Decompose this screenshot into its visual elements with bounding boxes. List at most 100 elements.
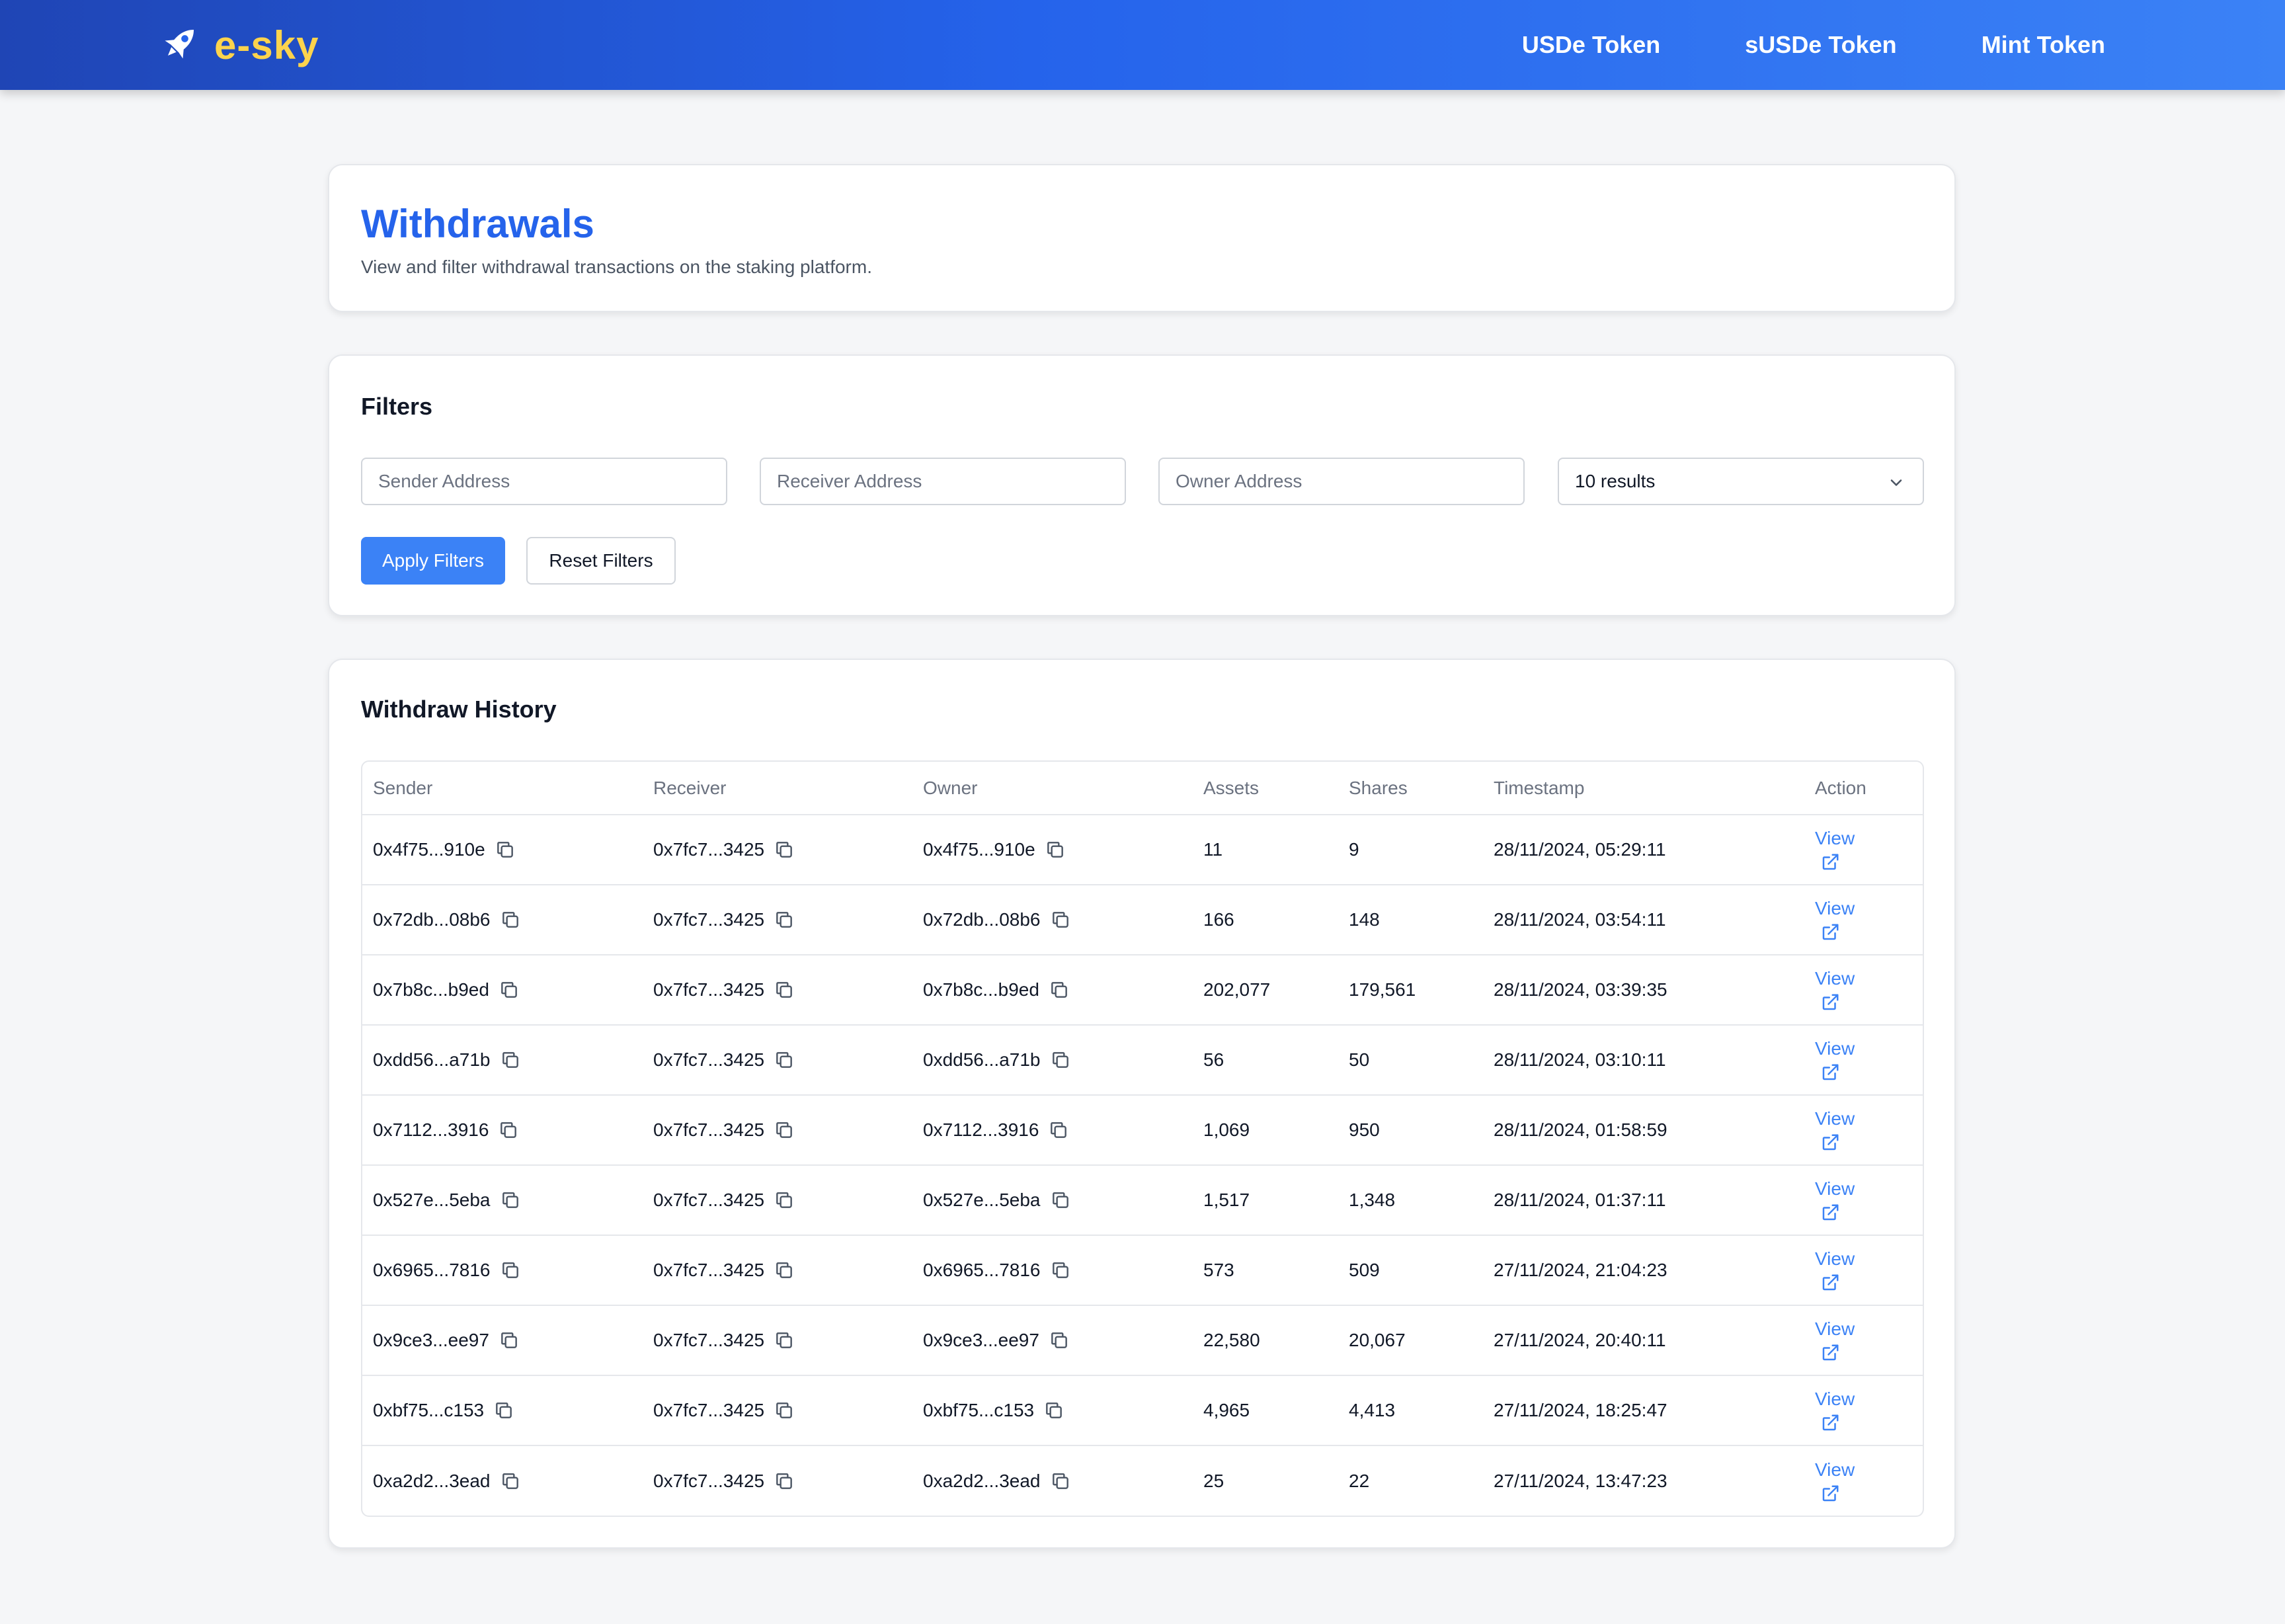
- sender-address: 0xbf75...c153: [373, 1400, 485, 1420]
- owner-cell: 0x7b8c...b9ed: [912, 955, 1193, 1026]
- copy-icon[interactable]: [498, 1119, 519, 1141]
- copy-icon[interactable]: [1050, 1190, 1071, 1211]
- copy-icon[interactable]: [774, 1400, 795, 1421]
- view-transaction-link[interactable]: View: [1815, 897, 1923, 942]
- sender-cell: 0xa2d2...3ead: [362, 1445, 643, 1516]
- action-cell: View: [1804, 955, 1923, 1026]
- copy-icon[interactable]: [500, 1049, 521, 1071]
- nav-link-susde-token[interactable]: sUSDe Token: [1745, 31, 1896, 59]
- owner-cell: 0x7112...3916: [912, 1095, 1193, 1166]
- copy-icon[interactable]: [774, 1190, 795, 1211]
- owner-cell: 0x72db...08b6: [912, 885, 1193, 955]
- copy-icon[interactable]: [1043, 1400, 1064, 1421]
- action-cell: View: [1804, 885, 1923, 955]
- copy-icon[interactable]: [774, 1330, 795, 1351]
- view-transaction-link[interactable]: View: [1815, 1108, 1923, 1153]
- table-row: 0x4f75...910e 0x7fc7...3425 0x4f75...910…: [362, 815, 1923, 885]
- sender-cell: 0x7112...3916: [362, 1095, 643, 1166]
- receiver-address: 0x7fc7...3425: [653, 1400, 765, 1420]
- page-subtitle: View and filter withdrawal transactions …: [361, 257, 872, 277]
- assets-cell: 11: [1193, 815, 1338, 885]
- copy-icon[interactable]: [500, 1260, 521, 1281]
- withdraw-history-card: Withdraw History Sender Receiver Owner A…: [328, 659, 1956, 1549]
- table-row: 0x7112...3916 0x7fc7...3425 0x7112...391…: [362, 1095, 1923, 1166]
- receiver-cell: 0x7fc7...3425: [643, 815, 912, 885]
- owner-address: 0x7112...3916: [923, 1119, 1039, 1140]
- view-transaction-link[interactable]: View: [1815, 1178, 1923, 1223]
- receiver-cell: 0x7fc7...3425: [643, 1095, 912, 1166]
- copy-icon[interactable]: [1048, 1119, 1069, 1141]
- receiver-cell: 0x7fc7...3425: [643, 1025, 912, 1096]
- receiver-cell: 0x7fc7...3425: [643, 1375, 912, 1446]
- receiver-address: 0x7fc7...3425: [653, 1260, 765, 1280]
- external-link-icon: [1822, 1204, 1839, 1221]
- copy-icon[interactable]: [1050, 909, 1071, 930]
- nav-link-usde-token[interactable]: USDe Token: [1522, 31, 1660, 59]
- owner-address-input[interactable]: [1158, 458, 1525, 505]
- copy-icon[interactable]: [493, 1400, 514, 1421]
- copy-icon[interactable]: [1050, 1260, 1071, 1281]
- shares-cell: 22: [1349, 1470, 1370, 1491]
- table-row: 0x527e...5eba 0x7fc7...3425 0x527e...5eb…: [362, 1165, 1923, 1236]
- reset-filters-button[interactable]: Reset Filters: [526, 537, 676, 585]
- chevron-down-icon: [1890, 479, 1902, 486]
- copy-icon[interactable]: [1050, 1471, 1071, 1492]
- copy-icon[interactable]: [1049, 979, 1070, 1000]
- sender-address: 0x7b8c...b9ed: [373, 979, 489, 1000]
- copy-icon[interactable]: [774, 1260, 795, 1281]
- sender-cell: 0xbf75...c153: [362, 1375, 643, 1446]
- brand-name: e-sky: [214, 22, 319, 67]
- assets-cell: 56: [1193, 1025, 1338, 1096]
- sender-cell: 0x7b8c...b9ed: [362, 955, 643, 1026]
- view-transaction-link[interactable]: View: [1815, 1248, 1923, 1293]
- view-transaction-link[interactable]: View: [1815, 1037, 1923, 1082]
- owner-address: 0xa2d2...3ead: [923, 1470, 1041, 1491]
- copy-icon[interactable]: [500, 909, 521, 930]
- view-transaction-link[interactable]: View: [1815, 1459, 1923, 1504]
- copy-icon[interactable]: [500, 1190, 521, 1211]
- column-header-assets: Assets: [1193, 762, 1338, 815]
- view-transaction-link[interactable]: View: [1815, 1388, 1923, 1433]
- view-link-label: View: [1815, 1459, 1855, 1480]
- results-per-page-select[interactable]: 10 results: [1558, 458, 1924, 505]
- copy-icon[interactable]: [774, 1049, 795, 1071]
- apply-filters-button[interactable]: Apply Filters: [361, 537, 505, 585]
- shares-cell: 4,413: [1338, 1375, 1483, 1446]
- receiver-address-input[interactable]: [760, 458, 1126, 505]
- sender-cell: 0x72db...08b6: [362, 885, 643, 955]
- action-cell: View: [1804, 1165, 1923, 1236]
- table-row: 0x9ce3...ee97 0x7fc7...3425 0x9ce3...ee9…: [362, 1305, 1923, 1376]
- filters-title: Filters: [361, 393, 433, 420]
- copy-icon[interactable]: [499, 1330, 520, 1351]
- view-transaction-link[interactable]: View: [1815, 967, 1923, 1012]
- copy-icon[interactable]: [774, 1119, 795, 1141]
- copy-icon[interactable]: [500, 1471, 521, 1492]
- copy-icon[interactable]: [1045, 839, 1066, 860]
- copy-icon[interactable]: [1049, 1330, 1070, 1351]
- copy-icon[interactable]: [1050, 1049, 1071, 1071]
- copy-icon[interactable]: [774, 979, 795, 1000]
- action-cell: View: [1804, 1305, 1923, 1376]
- copy-icon[interactable]: [774, 909, 795, 930]
- timestamp-cell: 27/11/2024, 18:25:47: [1483, 1375, 1804, 1446]
- action-cell: View: [1804, 1375, 1923, 1446]
- table-row: 0xa2d2...3ead 0x7fc7...3425 0xa2d2...3ea…: [362, 1445, 1923, 1516]
- owner-cell: 0x4f75...910e: [912, 815, 1193, 885]
- copy-icon[interactable]: [499, 979, 520, 1000]
- view-transaction-link[interactable]: View: [1815, 1318, 1923, 1363]
- brand-logo[interactable]: e-sky: [157, 21, 319, 69]
- receiver-address: 0x7fc7...3425: [653, 909, 765, 930]
- sender-address: 0x72db...08b6: [373, 909, 491, 930]
- view-link-label: View: [1815, 1319, 1855, 1339]
- assets-cell: 25: [1203, 1470, 1224, 1491]
- sender-address-input[interactable]: [361, 458, 727, 505]
- copy-icon[interactable]: [495, 839, 516, 860]
- view-transaction-link[interactable]: View: [1815, 827, 1923, 872]
- external-link-icon: [1822, 1064, 1839, 1080]
- view-link-label: View: [1815, 1178, 1855, 1199]
- table-row: 0x6965...7816 0x7fc7...3425 0x6965...781…: [362, 1235, 1923, 1306]
- owner-cell: 0x527e...5eba: [912, 1165, 1193, 1236]
- copy-icon[interactable]: [774, 1471, 795, 1492]
- copy-icon[interactable]: [774, 839, 795, 860]
- nav-link-mint-token[interactable]: Mint Token: [1982, 31, 2105, 59]
